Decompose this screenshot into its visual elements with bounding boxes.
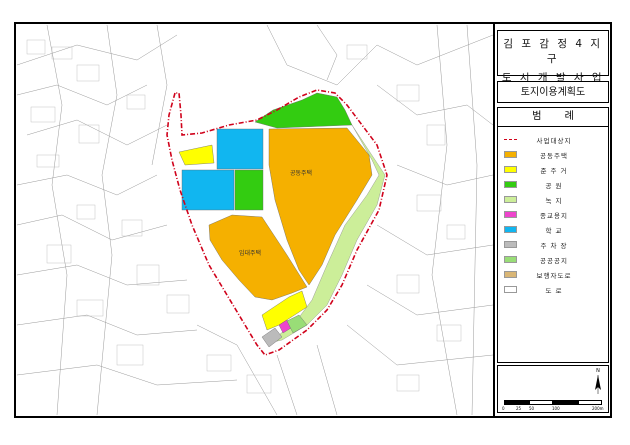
legend-swatch: [504, 271, 517, 278]
compass-scale-panel: N 0 25 50 100 200m: [497, 365, 609, 413]
legend-item: 녹 지: [504, 192, 604, 207]
legend-item: 도 로: [504, 282, 604, 297]
scale-tick-label: 200m: [592, 406, 604, 411]
legend-label: 학 교: [545, 226, 563, 235]
legend-label: 종교용지: [540, 211, 568, 220]
legend-label: 공 원: [545, 181, 563, 190]
north-arrow-icon: N: [591, 368, 605, 396]
legend-swatch: [504, 151, 517, 158]
scale-tick-label: 50: [529, 406, 535, 411]
semi-residential-zone-north: [178, 144, 215, 166]
legend-item: 공동주택: [504, 147, 604, 162]
legend-swatch: [504, 286, 517, 293]
map-canvas: 공동주택 임대주택: [17, 25, 493, 415]
legend-label: 도 로: [545, 286, 563, 295]
legend-item: 공 원: [504, 177, 604, 192]
legend-item: 주 차 장: [504, 237, 604, 252]
legend-item: 공공공지: [504, 252, 604, 267]
title-panel: 김 포 감 정 4 지 구 도 시 개 발 사 업: [497, 30, 609, 84]
scale-labels: 0 25 50 100 200m: [502, 406, 606, 412]
legend-label: 보행자도로: [536, 271, 572, 280]
legend-item: 사업대상지: [504, 132, 604, 147]
legend-swatch: [504, 226, 517, 233]
project-title-line1: 김 포 감 정 4 지 구: [503, 38, 603, 65]
legend-panel: 범 례 사업대상지공동주택준 주 거공 원녹 지종교용지학 교주 차 장공공공지…: [497, 107, 609, 363]
apartment-label: 공동주택: [290, 170, 312, 177]
legend-swatch: [504, 241, 517, 248]
land-use-map[interactable]: 공동주택 임대주택: [17, 25, 493, 415]
legend-item: 종교용지: [504, 207, 604, 222]
park-zone-north: [254, 92, 353, 129]
legend-swatch: [504, 211, 517, 218]
legend-label: 사업대상지: [536, 136, 572, 145]
scale-tick-label: 0: [502, 406, 505, 411]
panel-divider: [493, 24, 495, 416]
scale-tick-label: 100: [552, 406, 560, 411]
scale-tick-label: 25: [516, 406, 522, 411]
parking-zone: [261, 327, 283, 348]
scale-bar: [504, 400, 602, 405]
legend-label: 공공공지: [540, 256, 568, 265]
legend-label: 준 주 거: [540, 166, 568, 175]
legend-label: 주 차 장: [540, 241, 568, 250]
park-zone-small: [234, 169, 264, 211]
legend-swatch: [504, 196, 517, 203]
north-label: N: [596, 368, 600, 374]
legend-item: 학 교: [504, 222, 604, 237]
rental-housing-label: 임대주택: [239, 249, 261, 257]
legend-list: 사업대상지공동주택준 주 거공 원녹 지종교용지학 교주 차 장공공공지보행자도…: [504, 132, 604, 297]
school-zone-west: [181, 169, 235, 211]
legend-swatch: [504, 256, 517, 263]
legend-label: 공동주택: [540, 151, 568, 160]
legend-swatch: [504, 139, 517, 140]
legend-label: 녹 지: [545, 196, 563, 205]
legend-swatch: [504, 181, 517, 188]
legend-heading: 범 례: [498, 108, 608, 127]
legend-item: 보행자도로: [504, 267, 604, 282]
legend-swatch: [504, 166, 517, 173]
school-zone-north: [216, 128, 264, 170]
drawing-subtitle: 토지이용계획도: [497, 81, 609, 103]
legend-item: 준 주 거: [504, 162, 604, 177]
